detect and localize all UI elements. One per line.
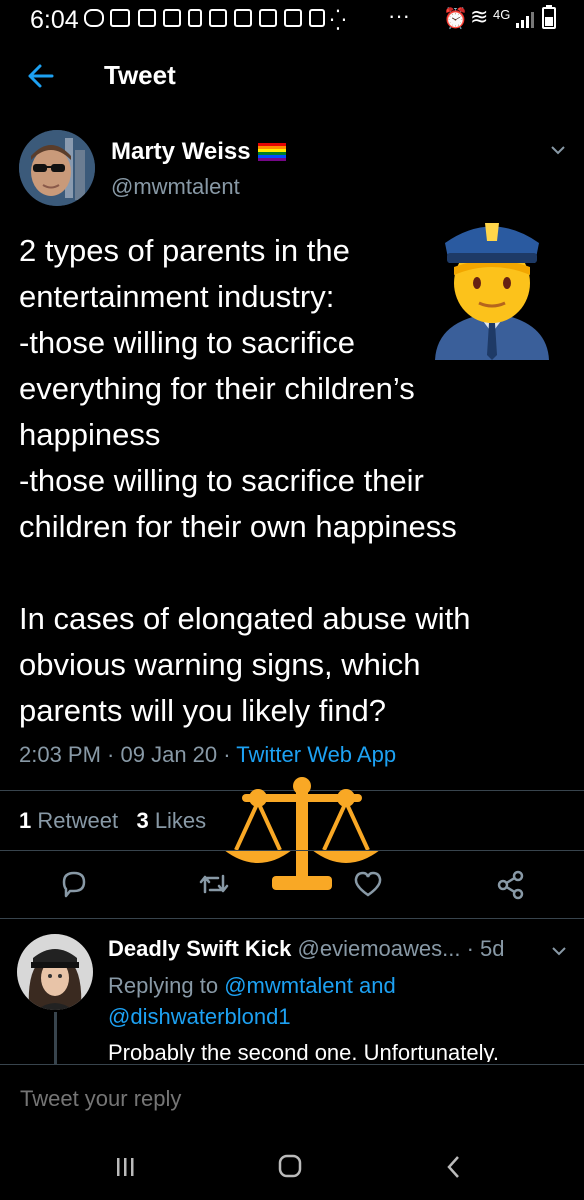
- linkedin-icon: [284, 9, 302, 27]
- yahoo-icon: [209, 9, 227, 27]
- tweet-date: 09 Jan 20: [120, 742, 218, 767]
- battery-icon: [542, 5, 556, 29]
- mention-link[interactable]: @dishwaterblond1: [108, 1004, 291, 1029]
- cloud-icon: [309, 9, 325, 27]
- chevron-down-icon[interactable]: [548, 140, 568, 160]
- header-title: Tweet: [104, 60, 176, 90]
- reply-input[interactable]: [18, 1085, 562, 1113]
- replying-to: Replying to @mwmtalent and @dishwaterblo…: [108, 973, 396, 1029]
- news-icon: [259, 9, 277, 27]
- likes-link[interactable]: 3 Likes: [136, 808, 206, 833]
- dots-icon: ⁛: [330, 10, 346, 32]
- wifi-icon: ≋: [470, 4, 489, 29]
- share-icon[interactable]: [493, 866, 529, 902]
- home-icon[interactable]: [276, 1152, 304, 1180]
- author-avatar[interactable]: [19, 130, 95, 206]
- reply-header: Deadly Swift Kick @eviemoawes... · 5d: [108, 936, 505, 961]
- android-nav-bar: [0, 1134, 584, 1200]
- divider: [0, 918, 584, 919]
- reply-author-avatar[interactable]: [17, 934, 93, 1010]
- reply-author-handle[interactable]: @eviemoawes...: [298, 936, 461, 961]
- retweet-icon[interactable]: [196, 866, 232, 902]
- heart-icon[interactable]: [350, 866, 386, 902]
- author-name[interactable]: Marty Weiss: [111, 138, 251, 166]
- tweet-time: 2:03 PM: [19, 742, 101, 767]
- reply-text: Probably the second one. Unfortunately.: [108, 1040, 499, 1062]
- thread-line: [54, 1012, 57, 1064]
- tweet-source-link[interactable]: Twitter Web App: [236, 742, 396, 767]
- yahoo-icon: [234, 9, 252, 27]
- author-handle[interactable]: @mwmtalent: [111, 174, 240, 200]
- phone-icon: [188, 9, 202, 27]
- rainbow-flag-icon: [258, 143, 286, 161]
- divider: [0, 850, 584, 851]
- chevron-down-icon[interactable]: [550, 942, 568, 960]
- reply-age: 5d: [480, 936, 505, 961]
- alarm-icon: ⏰: [443, 8, 468, 30]
- recent-apps-icon[interactable]: [112, 1154, 138, 1180]
- status-bar: 6:04 ⁛ ··· ⏰ ≋ 4G: [0, 0, 584, 40]
- back-arrow-icon[interactable]: [24, 60, 56, 92]
- tweet-meta: 2:03 PM · 09 Jan 20 · Twitter Web App: [19, 742, 397, 767]
- reply-author-name[interactable]: Deadly Swift Kick: [108, 936, 291, 961]
- retweets-link[interactable]: 1 Retweet: [19, 808, 118, 833]
- police-officer-emoji: [435, 223, 549, 360]
- notification-icon: [84, 9, 104, 27]
- network-type: 4G: [493, 7, 511, 22]
- chat-icon: [110, 9, 130, 27]
- mention-link[interactable]: @mwmtalent: [224, 973, 353, 998]
- back-icon[interactable]: [442, 1154, 466, 1180]
- signal-icon: [516, 12, 534, 28]
- status-time: 6:04: [30, 6, 79, 34]
- reply-icon[interactable]: [56, 866, 92, 902]
- news-icon: [138, 9, 156, 27]
- more-icon: ···: [388, 3, 410, 28]
- tweet-stats: 1 Retweet 3 Likes: [19, 808, 206, 834]
- yahoo-icon: [163, 9, 181, 27]
